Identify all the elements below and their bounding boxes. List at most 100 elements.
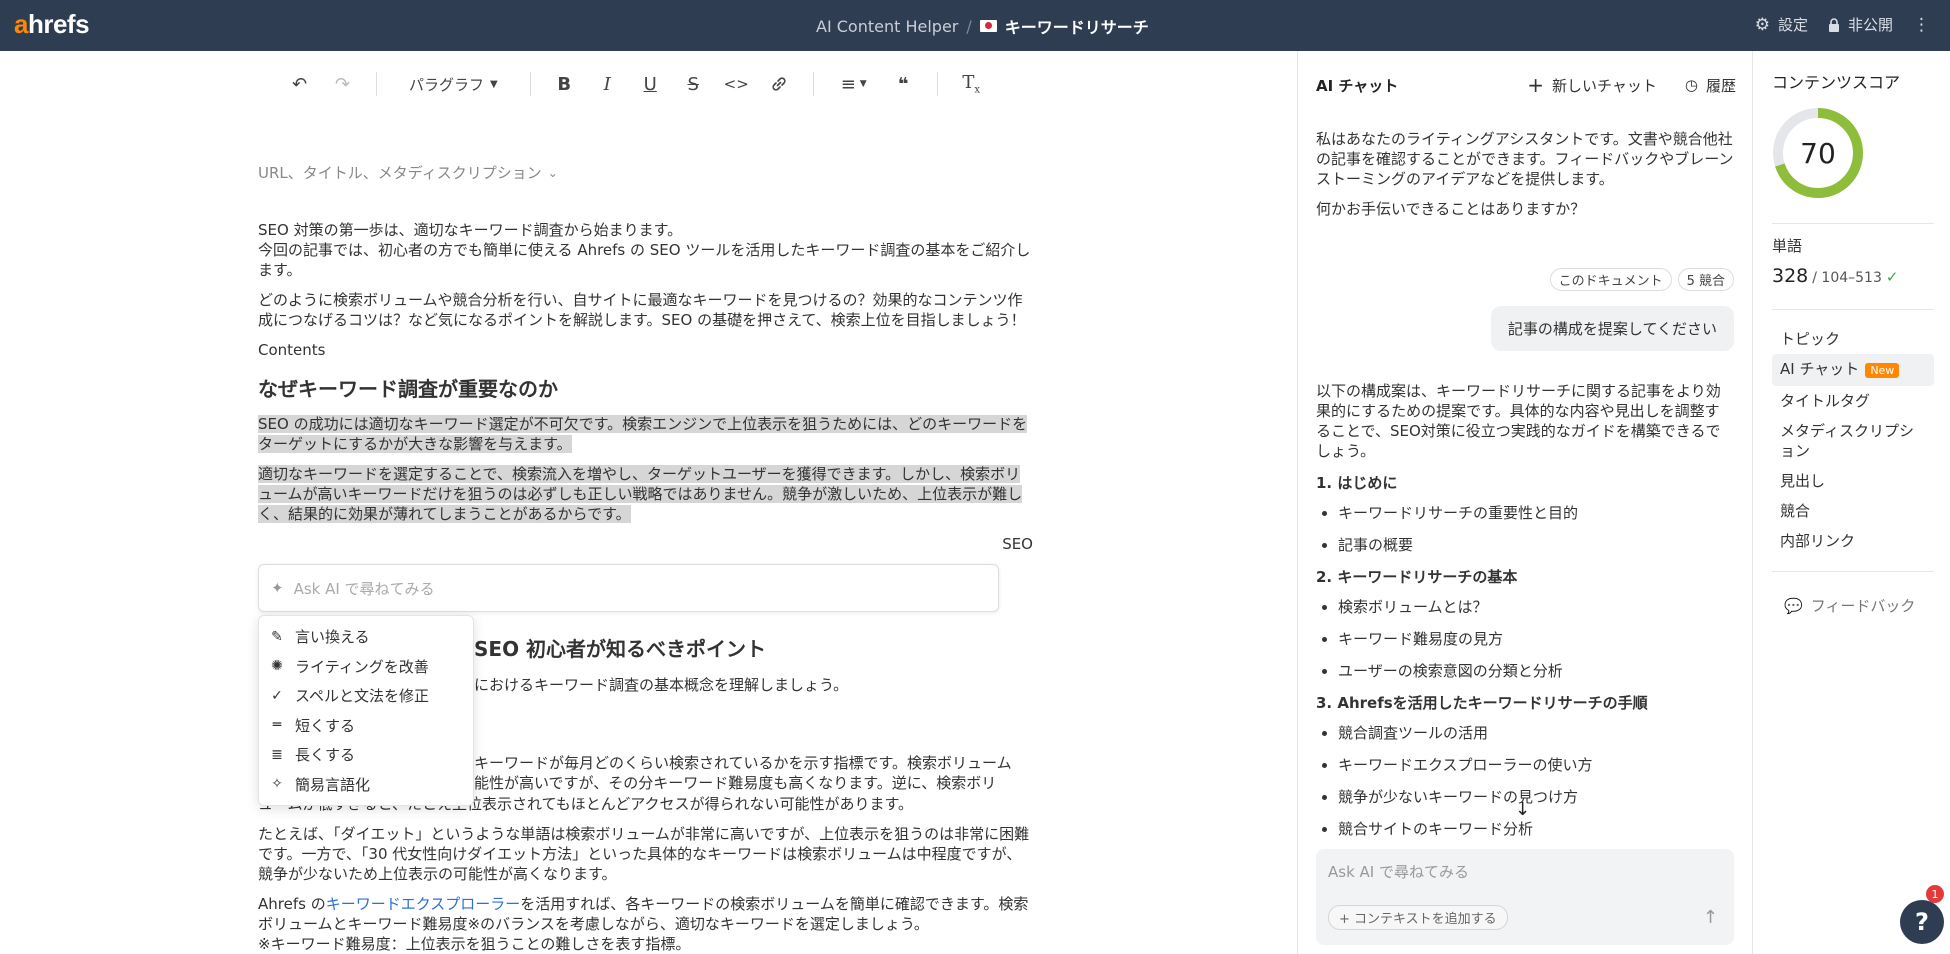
list-item: 検索ボリュームとは？ bbox=[1316, 597, 1734, 617]
keyword-explorer-link[interactable]: キーワードエクスプローラー bbox=[326, 895, 521, 913]
redo-button[interactable]: ↷ bbox=[321, 65, 364, 103]
list-item: キーワードエクスプローラーの使い方 bbox=[1316, 755, 1734, 775]
ai-actions-menu: ✎ 言い換える ✺ ライティングを改善 ✓ スペルと文法を修正 ═ 短くする ≣… bbox=[258, 615, 474, 806]
reply-section-title: 1. はじめに bbox=[1316, 474, 1398, 492]
blockquote-button[interactable]: ❝ bbox=[882, 65, 925, 103]
chat-composer[interactable]: Ask AI で尋ねてみる + コンテキストを追加する ↑ bbox=[1316, 849, 1734, 945]
nav-item-ai-chat[interactable]: AI チャット New bbox=[1772, 354, 1934, 386]
paragraph: キーワードが毎月どのくらい検索されているかを示す指標です。検索ボリューム 能性が… bbox=[474, 754, 1012, 792]
list-item: 記事の概要 bbox=[1316, 535, 1734, 555]
menu-item-shorten[interactable]: ═ 短くする bbox=[259, 711, 473, 741]
meta-fields-toggle[interactable]: URL、タイトル、メタディスクリプション ⌄ bbox=[258, 162, 558, 183]
link-button[interactable] bbox=[758, 65, 801, 103]
new-badge: New bbox=[1865, 363, 1900, 378]
feedback-button[interactable]: 💬 フィードバック bbox=[1784, 595, 1915, 616]
divider bbox=[1772, 309, 1934, 310]
gear-icon: ⚙ bbox=[1754, 14, 1770, 35]
clear-format-button[interactable]: Tx bbox=[950, 65, 993, 103]
ai-chat-panel: AI チャット + 新しいチャット ◷ 履歴 私はあなたのライティングアシスタン… bbox=[1297, 51, 1753, 954]
assistant-reply: 以下の構成案は、キーワードリサーチに関する記事をより効果的にするための提案です。… bbox=[1316, 381, 1734, 851]
underline-button[interactable]: U bbox=[629, 65, 672, 103]
divider bbox=[1772, 223, 1934, 224]
chevron-down-icon: ⌄ bbox=[547, 165, 558, 180]
paragraph: におけるキーワード調査の基本概念を理解しましょう。 bbox=[474, 676, 849, 694]
assistant-intro: 私はあなたのライティングアシスタントです。文書や競合他社の記事を確認することがで… bbox=[1316, 130, 1734, 218]
nav-item-topics[interactable]: トピック bbox=[1772, 324, 1934, 354]
breadcrumb-app[interactable]: AI Content Helper bbox=[816, 17, 958, 36]
scroll-to-bottom-button[interactable]: ↓ bbox=[1515, 799, 1530, 820]
list-item: 競合サイトのキーワード分析 bbox=[1316, 819, 1734, 839]
ahrefs-logo[interactable]: ahrefs bbox=[14, 9, 90, 40]
chat-input[interactable]: Ask AI で尋ねてみる bbox=[1328, 861, 1469, 882]
menu-item-lengthen[interactable]: ≣ 長くする bbox=[259, 740, 473, 770]
align-dropdown[interactable]: ≡ ▼ bbox=[826, 65, 882, 103]
clear-format-icon: Tx bbox=[962, 72, 981, 96]
code-button[interactable]: <> bbox=[715, 65, 758, 103]
notification-badge: 1 bbox=[1926, 885, 1944, 903]
add-context-button[interactable]: + コンテキストを追加する bbox=[1328, 905, 1508, 930]
breadcrumb: AI Content Helper / キーワードリサーチ bbox=[816, 14, 1149, 38]
list-item: キーワード難易度の見方 bbox=[1316, 629, 1734, 649]
word-count-label: 単語 bbox=[1772, 237, 1803, 255]
heading-why-keyword-research: なぜキーワード調査が重要なのか bbox=[258, 377, 558, 401]
check-icon: ✓ bbox=[1885, 268, 1899, 286]
caret-down-icon: ▼ bbox=[859, 79, 867, 89]
menu-item-fix-spelling[interactable]: ✓ スペルと文法を修正 bbox=[259, 681, 473, 711]
menu-item-rephrase[interactable]: ✎ 言い換える bbox=[259, 622, 473, 652]
more-menu-button[interactable]: ⋮ bbox=[1913, 15, 1930, 35]
italic-button[interactable]: I bbox=[586, 65, 629, 103]
paragraph: どのように検索ボリュームや競合分析を行い、自サイトに最適なキーワードを見つけるの… bbox=[258, 291, 1026, 329]
chat-title: AI チャット bbox=[1316, 76, 1399, 95]
plus-icon: + bbox=[1527, 73, 1545, 97]
paragraph-style-dropdown[interactable]: パラグラフ ▼ bbox=[389, 74, 518, 95]
undo-icon: ↶ bbox=[291, 73, 308, 95]
bold-icon: B bbox=[557, 73, 572, 95]
ask-ai-input[interactable]: ✦ Ask AI で尋ねてみる bbox=[258, 564, 999, 612]
history-button[interactable]: ◷ 履歴 bbox=[1685, 73, 1736, 97]
reply-section-title: 2. キーワードリサーチの基本 bbox=[1316, 568, 1518, 586]
align-left-icon: ≡ bbox=[840, 73, 856, 95]
arrow-down-icon: ↓ bbox=[1515, 799, 1531, 820]
heading-seo-basics: SEO 初心者が知るべきポイント bbox=[474, 637, 767, 661]
reply-section-title: 3. Ahrefsを活用したキーワードリサーチの手順 bbox=[1316, 694, 1648, 712]
breadcrumb-separator: / bbox=[966, 16, 972, 36]
user-message: 記事の構成を提案してください bbox=[1490, 306, 1734, 351]
nav-item-title-tag[interactable]: タイトルタグ bbox=[1772, 386, 1934, 416]
strikethrough-button[interactable]: S bbox=[672, 65, 715, 103]
link-icon bbox=[772, 77, 786, 91]
editor-content[interactable]: SEO 対策の第一歩は、適切なキーワード調査から始まります。 今回の記事では、初… bbox=[258, 220, 1033, 564]
kebab-menu-icon: ⋮ bbox=[1913, 14, 1930, 35]
bold-button[interactable]: B bbox=[543, 65, 586, 103]
short-lines-icon: ═ bbox=[272, 717, 282, 734]
context-chip-document[interactable]: このドキュメント bbox=[1549, 268, 1672, 291]
context-chip-competitors[interactable]: 5 競合 bbox=[1677, 268, 1734, 291]
privacy-button[interactable]: 非公開 bbox=[1828, 14, 1893, 35]
document-title: キーワードリサーチ bbox=[1004, 18, 1149, 37]
menu-item-improve-writing[interactable]: ✺ ライティングを改善 bbox=[259, 652, 473, 682]
magic-icon: ✧ bbox=[271, 776, 283, 793]
menu-item-simplify[interactable]: ✧ 簡易言語化 bbox=[259, 770, 473, 800]
paragraph: SEO bbox=[1002, 535, 1033, 553]
send-button[interactable]: ↑ bbox=[1703, 907, 1718, 928]
undo-button[interactable]: ↶ bbox=[278, 65, 321, 103]
nav-item-headings[interactable]: 見出し bbox=[1772, 466, 1934, 496]
nav-item-internal-links[interactable]: 内部リンク bbox=[1772, 526, 1934, 556]
new-chat-button[interactable]: + 新しいチャット bbox=[1527, 73, 1657, 97]
lock-icon bbox=[1828, 17, 1839, 32]
toolbar-divider bbox=[936, 72, 938, 96]
editor-toolbar: ↶ ↷ パラグラフ ▼ B I U S <> ≡ ▼ ❝ Tx bbox=[278, 65, 993, 103]
word-count: 328 / 104–513 ✓ bbox=[1772, 265, 1899, 287]
sparkle-icon: ✺ bbox=[271, 658, 283, 675]
nav-item-competitors[interactable]: 競合 bbox=[1772, 496, 1934, 526]
check-icon: ✓ bbox=[271, 687, 283, 704]
redo-icon: ↷ bbox=[334, 73, 351, 95]
underline-icon: U bbox=[643, 73, 657, 95]
divider bbox=[1772, 571, 1934, 572]
quote-icon: ❝ bbox=[897, 73, 909, 95]
contents-label: Contents bbox=[258, 341, 326, 359]
help-button[interactable]: ? bbox=[1900, 900, 1944, 944]
settings-button[interactable]: ⚙ 設定 bbox=[1755, 14, 1808, 35]
toolbar-divider bbox=[376, 72, 377, 96]
nav-item-meta-description[interactable]: メタディスクリプション bbox=[1772, 416, 1934, 466]
list-item: 競合調査ツールの活用 bbox=[1316, 723, 1734, 743]
